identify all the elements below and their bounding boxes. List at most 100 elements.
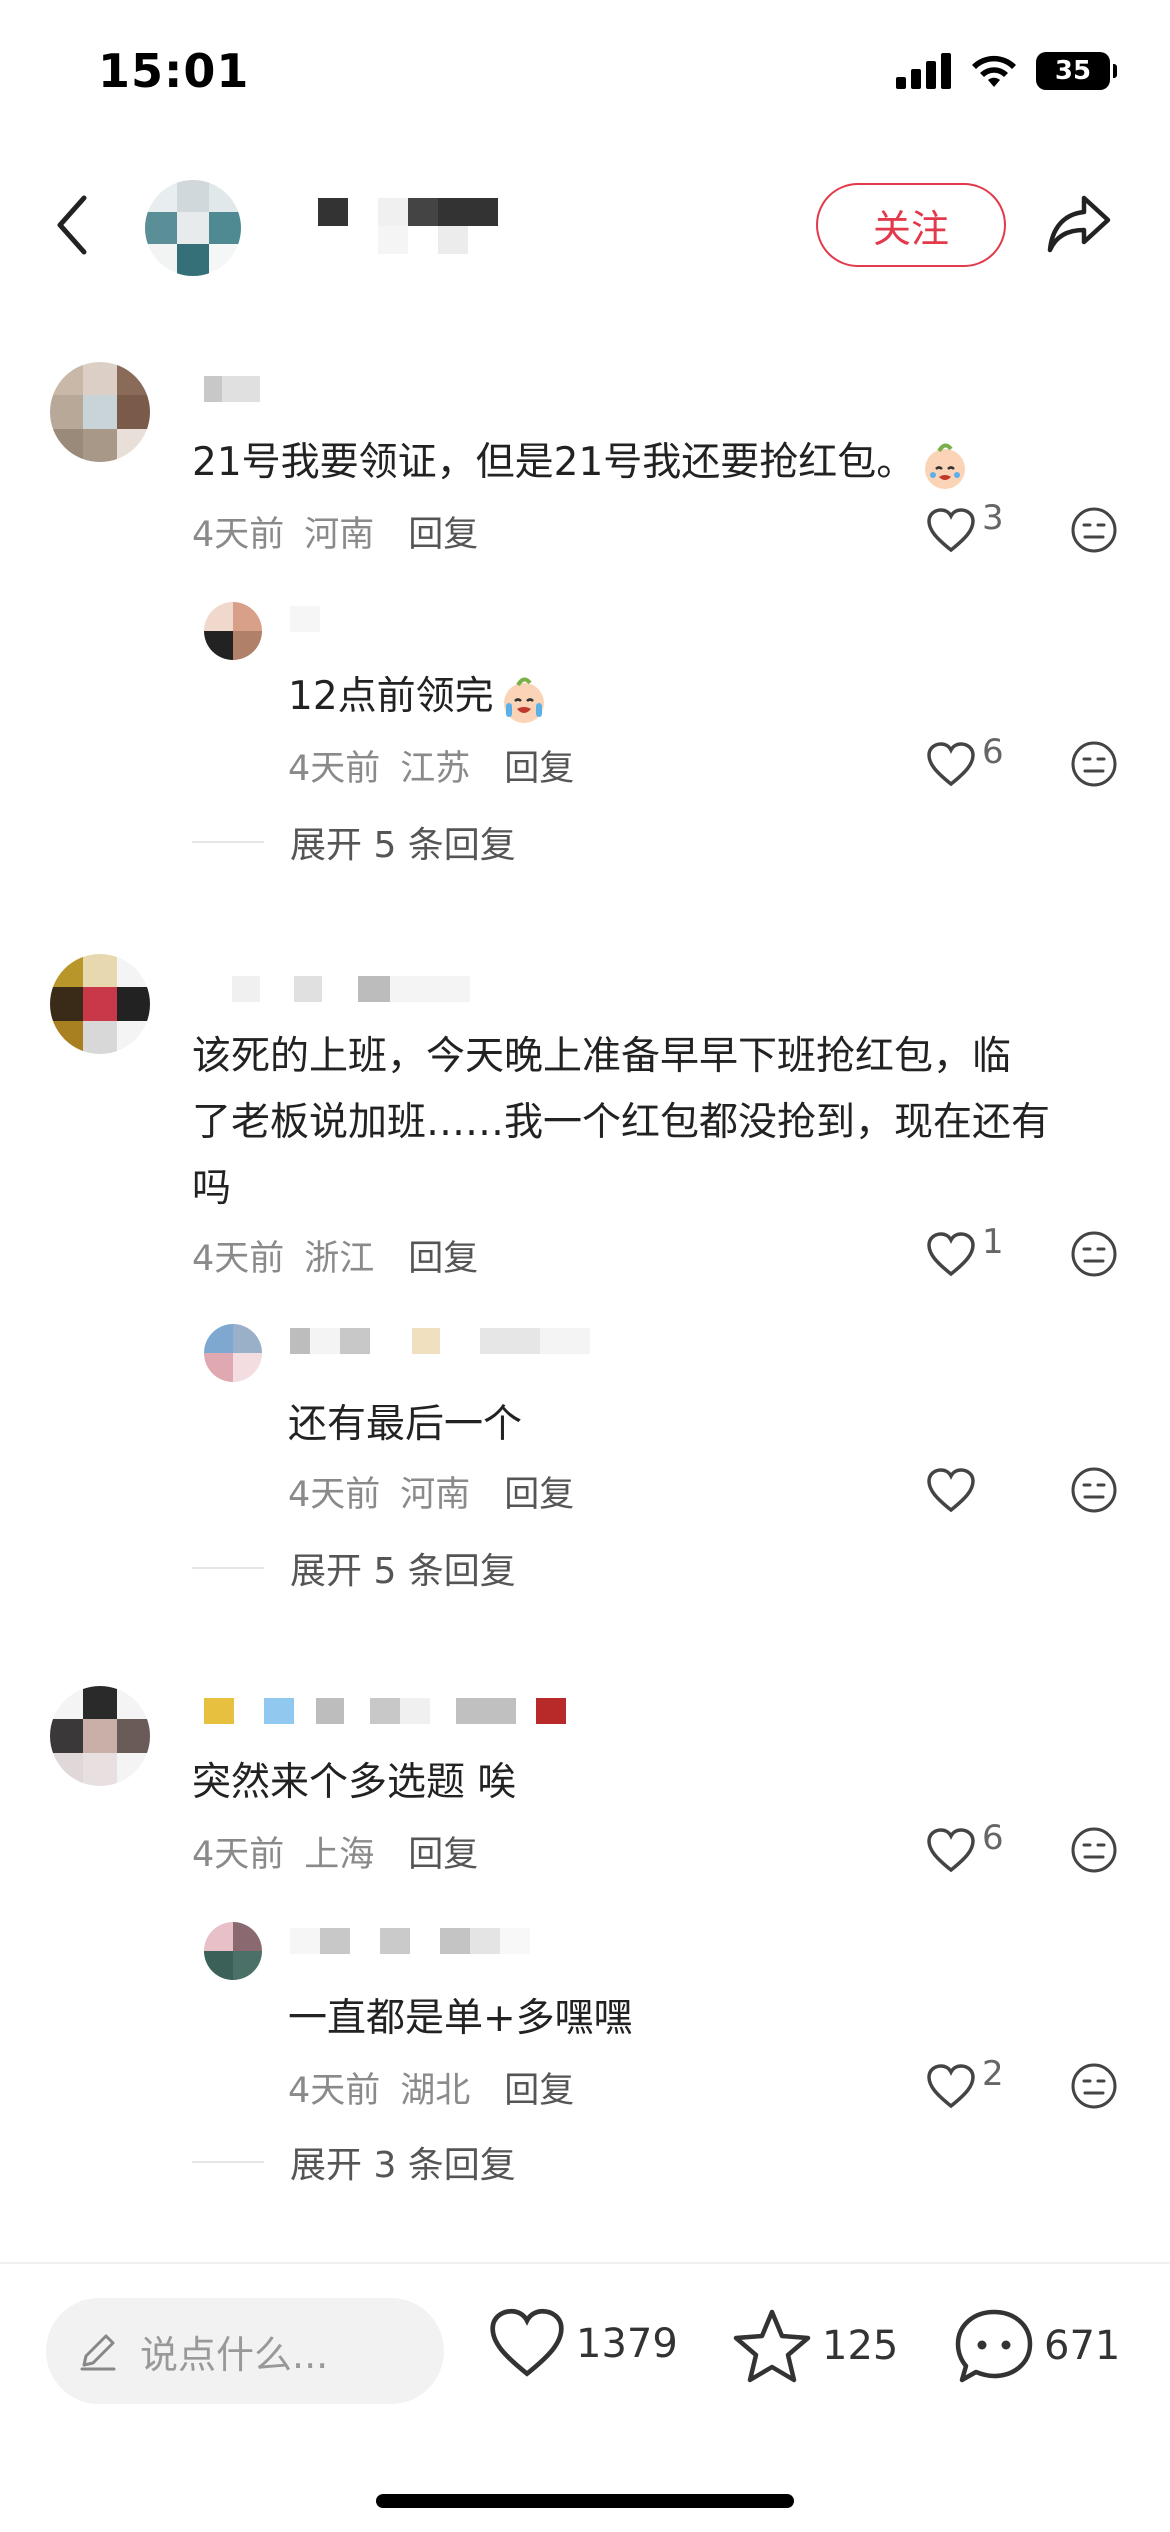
comment-text: 21号我要领证，但是21号我还要抢红包。 (192, 430, 971, 496)
wifi-icon (972, 55, 1016, 87)
comment-meta: 4天前 浙江 回复 (192, 1230, 478, 1281)
reply-time: 4天前 (288, 2071, 381, 2111)
reply-button[interactable]: 回复 (504, 1466, 574, 1517)
reply-button[interactable]: 回复 (504, 2062, 574, 2113)
reply-text: 还有最后一个 (288, 1402, 523, 1447)
like-action[interactable]: 1379 (488, 2308, 678, 2380)
expand-divider (192, 2161, 264, 2163)
avatar[interactable] (204, 1922, 262, 1980)
star-icon (733, 2309, 811, 2383)
like-count: 3 (982, 498, 1004, 538)
status-time: 15:01 (98, 44, 250, 98)
like-button[interactable]: 6 (926, 1818, 1004, 1874)
reply-button[interactable]: 回复 (408, 506, 478, 557)
expand-replies[interactable]: 展开 5 条回复 (192, 1542, 516, 1594)
favorite-total: 125 (822, 2323, 899, 2369)
expand-divider (192, 1567, 264, 1569)
like-button[interactable]: 6 (926, 732, 1004, 788)
signal-icon (896, 53, 952, 89)
comment-bubble-icon (955, 2309, 1033, 2383)
avatar[interactable] (50, 1686, 150, 1786)
crying-face-icon (925, 443, 966, 489)
comment-input[interactable]: 说点什么... (46, 2298, 444, 2404)
dislike-face-icon[interactable] (1070, 1466, 1118, 1514)
author-name[interactable] (318, 198, 498, 254)
like-total: 1379 (576, 2321, 678, 2367)
back-arrow-icon[interactable] (50, 192, 94, 258)
heart-icon (927, 2064, 975, 2109)
dislike-face-icon[interactable] (1070, 740, 1118, 788)
comment-meta: 4天前 河南 回复 (192, 506, 478, 557)
dislike-face-icon[interactable] (1070, 506, 1118, 554)
avatar[interactable] (50, 954, 150, 1054)
commenter-name[interactable] (290, 1928, 530, 1954)
avatar[interactable] (204, 1324, 262, 1382)
header: 关注 (0, 170, 1170, 280)
reply-text: 一直都是单+多嘿嘿 (288, 1996, 633, 2041)
reply-meta: 4天前 河南 回复 (288, 1466, 574, 1517)
bottom-divider (0, 2262, 1170, 2264)
avatar[interactable] (204, 602, 262, 660)
comment-text: 该死的上班，今天晚上准备早早下班抢红包，临 了老板说加班……我一个红包都没抢到，… (192, 1034, 1051, 1211)
heart-icon (927, 1828, 975, 1873)
reply-button[interactable]: 回复 (408, 1826, 478, 1877)
like-count: 6 (982, 1818, 1004, 1858)
commenter-name[interactable] (204, 376, 260, 402)
commenter-name[interactable] (204, 1698, 566, 1724)
commenter-name[interactable] (290, 606, 320, 632)
reply-meta: 4天前 江苏 回复 (288, 740, 574, 791)
favorite-action[interactable]: 125 (732, 2308, 898, 2384)
dislike-face-icon[interactable] (1070, 1826, 1118, 1874)
comment-location: 上海 (304, 1835, 375, 1875)
comment-time: 4天前 (192, 1239, 285, 1279)
like-count: 2 (982, 2054, 1004, 2094)
crying-face-icon (503, 677, 544, 723)
comment-meta: 4天前 上海 回复 (192, 1826, 478, 1877)
home-indicator (376, 2494, 794, 2508)
like-count: 1 (982, 1222, 1004, 1262)
reply-button[interactable]: 回复 (408, 1230, 478, 1281)
dislike-face-icon[interactable] (1070, 1230, 1118, 1278)
expand-replies-label: 展开 5 条回复 (290, 1551, 516, 1592)
comment-total: 671 (1044, 2323, 1121, 2369)
status-icons: 35 (896, 52, 1117, 90)
like-count: 6 (982, 732, 1004, 772)
comment-time: 4天前 (192, 1835, 285, 1875)
heart-icon (927, 1232, 975, 1277)
expand-replies[interactable]: 展开 5 条回复 (192, 816, 516, 868)
follow-button[interactable]: 关注 (816, 183, 1006, 267)
expand-replies[interactable]: 展开 3 条回复 (192, 2136, 516, 2188)
comment-location: 浙江 (304, 1239, 375, 1279)
heart-icon (927, 508, 975, 553)
like-button[interactable]: 1 (926, 1222, 1004, 1278)
input-placeholder: 说点什么... (140, 2332, 329, 2377)
heart-icon (927, 1468, 975, 1513)
commenter-name[interactable] (232, 976, 470, 1002)
reply-location: 江苏 (400, 749, 471, 789)
reply-button[interactable]: 回复 (504, 740, 574, 791)
reply-meta: 4天前 湖北 回复 (288, 2062, 574, 2113)
comment-time: 4天前 (192, 515, 285, 555)
share-icon[interactable] (1044, 190, 1114, 256)
commenter-name[interactable] (290, 1328, 590, 1354)
battery-icon: 35 (1036, 52, 1117, 90)
reply-time: 4天前 (288, 749, 381, 789)
like-button[interactable]: 3 (926, 498, 1004, 554)
author-avatar[interactable] (145, 180, 241, 276)
heart-icon (927, 742, 975, 787)
comment-location: 河南 (304, 515, 375, 555)
dislike-face-icon[interactable] (1070, 2062, 1118, 2110)
status-bar: 15:01 35 (0, 0, 1170, 150)
heart-icon (490, 2308, 564, 2377)
like-button[interactable] (926, 1468, 982, 1514)
pencil-icon (80, 2334, 116, 2371)
like-button[interactable]: 2 (926, 2054, 1004, 2110)
comment-action[interactable]: 671 (954, 2308, 1120, 2384)
expand-divider (192, 841, 264, 843)
avatar[interactable] (50, 362, 150, 462)
reply-location: 湖北 (400, 2071, 471, 2111)
reply-text: 12点前领完 (288, 664, 550, 730)
reply-time: 4天前 (288, 1475, 381, 1515)
expand-replies-label: 展开 3 条回复 (290, 2145, 516, 2186)
comment-text: 突然来个多选题 唉 (192, 1760, 517, 1805)
